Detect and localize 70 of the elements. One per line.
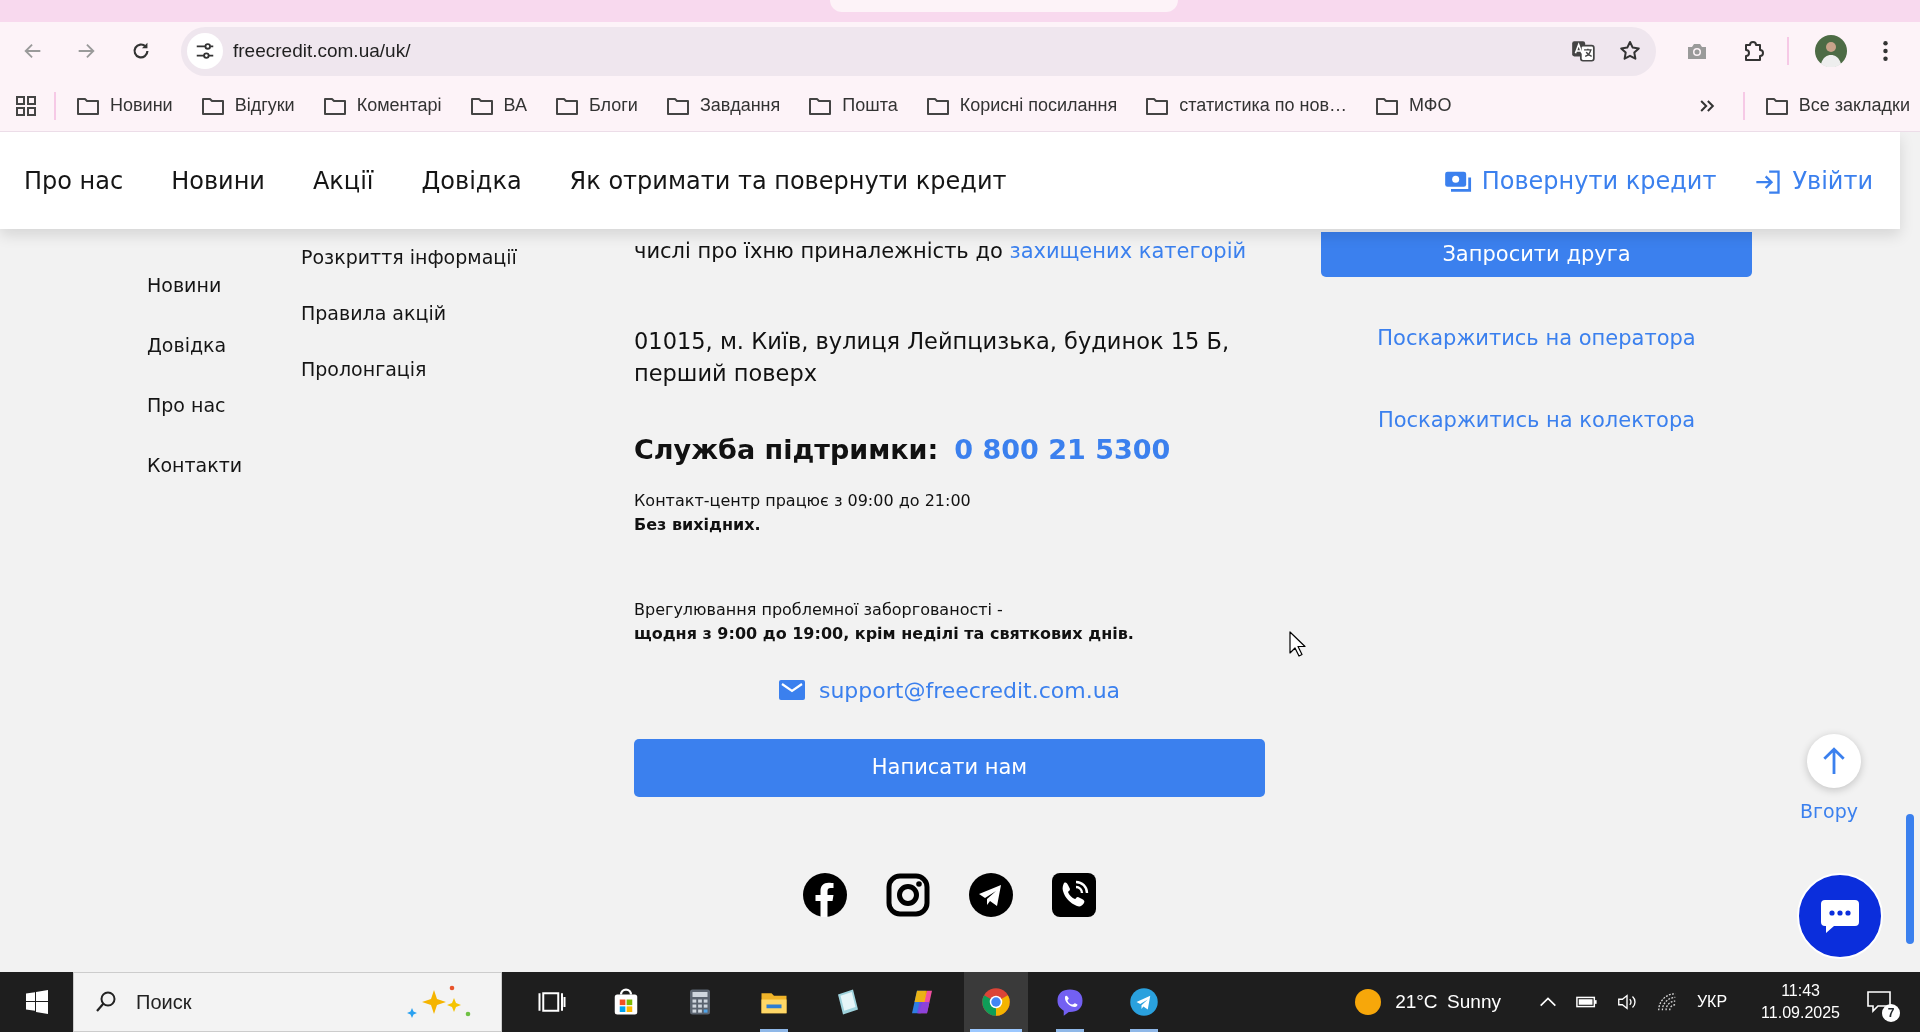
search-box[interactable]: Поиск (73, 972, 502, 1032)
taskbar-app-button[interactable] (964, 972, 1028, 1032)
bookmark-item[interactable]: Коментарі (322, 92, 442, 119)
login-link[interactable]: Увійти (1754, 162, 1873, 199)
repay-credit-link[interactable]: Повернути кредит (1443, 162, 1717, 199)
mouse-cursor-icon (1289, 631, 1307, 657)
invite-friend-button[interactable]: Запросити друга (1321, 232, 1752, 277)
footer-link[interactable]: Довідка (147, 315, 301, 375)
bookmark-item[interactable]: статистика по нов… (1145, 92, 1348, 119)
nav-link[interactable]: Як отримати та повернути кредит (569, 162, 1007, 199)
scrollbar-thumb[interactable] (1906, 814, 1914, 944)
mail-icon (778, 680, 805, 700)
bookmark-item[interactable]: Відгуки (200, 92, 295, 119)
footer-link[interactable]: Пролонгація (301, 341, 634, 397)
weather-widget[interactable]: 21°C Sunny (1347, 986, 1507, 1018)
url-text[interactable]: freecredit.com.ua/uk/ (233, 36, 411, 66)
grid-icon (14, 93, 38, 118)
footer-link[interactable]: Розкриття інформації (301, 229, 634, 285)
notifications-button[interactable]: 7 (1860, 979, 1902, 1025)
telegram-icon[interactable] (969, 872, 1013, 917)
search-icon (94, 990, 118, 1014)
nav-link[interactable]: Довідка (421, 162, 522, 199)
menu-icon (1882, 41, 1888, 61)
bookmark-item[interactable]: Пошта (808, 92, 898, 119)
tune-icon (194, 40, 216, 62)
bookmark-item[interactable]: Блоги (554, 92, 638, 119)
bookmark-item[interactable]: Новини (76, 92, 173, 119)
privacy-note: числі про їхню приналежність до захищених категорій (634, 238, 1248, 265)
bookmark-item[interactable]: ВА (469, 92, 527, 119)
all-bookmarks-button[interactable]: Все закладки (1764, 92, 1910, 119)
footer-link[interactable]: Контакти (147, 435, 301, 495)
footer-link[interactable]: Правила акцій (301, 285, 634, 341)
clock-date[interactable]: 11.09.2025 (1761, 1002, 1840, 1024)
sun-icon (1353, 987, 1384, 1017)
chrome-icon (981, 987, 1011, 1017)
instagram-icon[interactable] (886, 872, 930, 917)
avatar-icon (1815, 35, 1847, 67)
up-arrow-icon (1821, 747, 1847, 775)
language-indicator[interactable]: УКР (1696, 990, 1728, 1014)
debt-label: Врегулювання проблемної заборгованості - (634, 598, 1004, 621)
site-info-button[interactable] (187, 33, 223, 69)
windows-logo-icon (24, 990, 49, 1014)
apps-button[interactable] (14, 93, 38, 118)
translate-icon (1570, 38, 1596, 64)
footer-link[interactable]: Новини (147, 255, 301, 315)
nav-link[interactable]: Про нас (24, 162, 124, 199)
write-us-button[interactable]: Написати нам (634, 738, 1265, 797)
address-text: 01015, м. Київ, вулиця Лейпцизька, будинок 15 Б, перший поверх (634, 327, 1231, 388)
notification-count: 7 (1882, 1004, 1900, 1023)
nav-link[interactable]: Акції (312, 162, 374, 199)
address-bar[interactable]: freecredit.com.ua/uk/ (181, 26, 1656, 76)
bookmark-item[interactable]: МФО (1375, 92, 1452, 119)
footer-link[interactable]: Про нас (147, 375, 301, 435)
debt-hours-text: щодня з 9:00 до 19:00, крім неділі та святкових днів. (634, 622, 1135, 645)
clock-time[interactable]: 11:43 (1761, 980, 1840, 1002)
star-icon (1618, 39, 1642, 63)
viber-icon (1055, 987, 1085, 1017)
days-off-text: Без вихідних. (634, 513, 762, 536)
bookmark-item[interactable]: Завдання (665, 92, 781, 119)
search-field[interactable]: Поиск (134, 986, 384, 1018)
telegram-icon (1129, 987, 1159, 1017)
scroll-to-top-button[interactable] (1807, 734, 1861, 788)
bookmark-item[interactable]: Корисні посилання (925, 92, 1118, 119)
viber-icon[interactable] (1052, 872, 1096, 917)
hours-text: Контакт-центр працює з 09:00 до 21:00 (634, 489, 972, 512)
facebook-icon[interactable] (803, 872, 847, 917)
support-label: Служба підтримки: (634, 433, 939, 467)
nav-link[interactable]: Новини (171, 162, 265, 199)
profile-button[interactable] (1813, 33, 1849, 69)
chat-bubble-icon (1820, 898, 1860, 934)
